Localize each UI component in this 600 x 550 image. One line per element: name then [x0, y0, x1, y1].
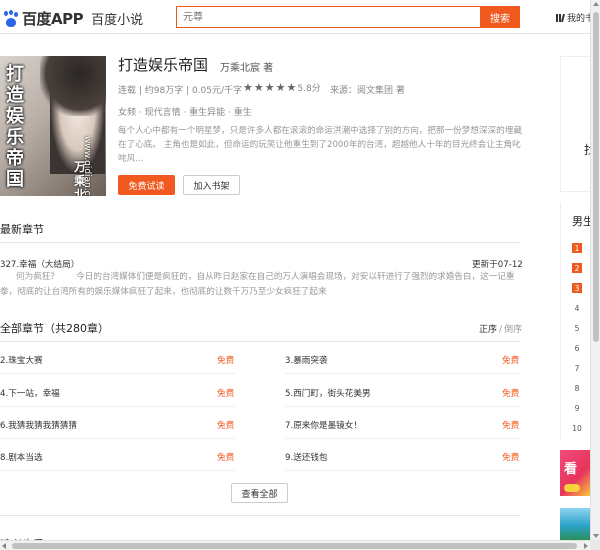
rating-score: 5.8分 — [297, 84, 321, 94]
latest-chapter-link[interactable]: 327.幸福（大结局） — [0, 258, 79, 270]
baidu-paw-icon — [3, 9, 19, 27]
free-badge: 免费 — [217, 421, 235, 431]
scroll-down-icon[interactable] — [593, 534, 599, 538]
logo-subtitle: 百度小说 — [91, 13, 144, 28]
latest-chapter-excerpt: 何为疯狂？ 今日的台湾媒体们便是疯狂的，自从昨日赵家在自己的万人演唱会现场，对安… — [0, 272, 515, 297]
vertical-scroll-thumb[interactable] — [593, 12, 599, 342]
star-icon: ★ — [286, 81, 297, 94]
free-badge: 免费 — [217, 453, 235, 463]
rank-number: 10 — [572, 423, 582, 433]
free-badge: 免费 — [217, 389, 235, 399]
my-shelf-link[interactable]: 我的书 — [556, 11, 594, 24]
rank-number: 8 — [574, 383, 580, 393]
rating: ★ ★ ★ ★ ★ 5.8分 — [243, 81, 321, 94]
chapter-link[interactable]: 5.西门町，街头花美男 — [285, 387, 371, 401]
search-bar: 搜索 — [176, 6, 520, 28]
chapter-link[interactable]: 2.珠宝大赛 — [0, 354, 43, 368]
book-cover[interactable]: 打 造 娱 乐 帝 国 万 乘 北 宸 www.qidian.com — [0, 56, 106, 196]
search-button[interactable]: 搜索 — [480, 6, 520, 28]
free-badge: 免费 — [502, 421, 520, 431]
rank-number: 2 — [572, 263, 582, 273]
viewport: 百度APP 百度小说 搜索 我的书 打 造 娱 乐 帝 国 万 乘 北 — [0, 0, 600, 550]
logo[interactable]: 百度APP 百度小说 — [3, 8, 143, 29]
scroll-right-icon[interactable] — [584, 543, 588, 549]
chapter-link[interactable]: 3.暴雨突袭 — [285, 354, 328, 368]
add-to-shelf-button[interactable]: 加入书架 — [183, 175, 240, 195]
free-badge: 免费 — [502, 356, 520, 366]
all-chapters-title: 全部章节（共280章） — [0, 322, 109, 335]
sidebar-ad-image[interactable] — [560, 508, 590, 540]
logo-text: 百度APP — [22, 10, 84, 28]
rank-number: 7 — [574, 363, 580, 373]
scroll-up-icon[interactable] — [593, 2, 599, 6]
divider — [0, 242, 520, 243]
rank-number: 6 — [574, 343, 580, 353]
book-meta: 连载 | 约98万字 | 0.05元/千字 — [118, 86, 243, 96]
rank-number: 3 — [572, 283, 582, 293]
search-input[interactable] — [176, 6, 480, 28]
horizontal-scrollbar[interactable] — [0, 540, 590, 550]
star-icon: ★ — [253, 81, 264, 94]
book-tags: 女频 · 现代言情 · 重生异能 · 重生 — [118, 108, 252, 118]
rank-number: 9 — [574, 403, 580, 413]
book-title: 打造娱乐帝国 — [118, 56, 209, 74]
free-read-button[interactable]: 免费试读 — [118, 175, 175, 195]
vertical-scrollbar[interactable] — [590, 0, 600, 540]
scroll-left-icon[interactable] — [2, 543, 6, 549]
star-icon: ★ — [243, 81, 253, 94]
book-intro: 每个人心中都有一个明星梦，只是许多人都在滚滚的命运洪潮中选择了别的方向，把那一份… — [118, 126, 522, 164]
horizontal-scroll-thumb[interactable] — [12, 543, 577, 549]
cover-title: 打 造 娱 乐 帝 国 — [6, 64, 24, 190]
free-badge: 免费 — [217, 356, 235, 366]
divider — [0, 515, 520, 516]
free-badge: 免费 — [502, 453, 520, 463]
sort-desc-button[interactable]: 倒序 — [504, 325, 522, 335]
latest-update-time: 更新于07-12 — [472, 260, 523, 270]
cover-site: www.qidian.com — [82, 136, 92, 196]
top-bar: 百度APP 百度小说 搜索 我的书 — [0, 0, 594, 34]
chapter-link[interactable]: 9.送还钱包 — [285, 451, 328, 465]
rank-number: 4 — [574, 303, 580, 313]
sidebar-top-card — [560, 56, 590, 192]
star-icon: ★ — [275, 81, 286, 94]
star-icon: ★ — [264, 81, 275, 94]
chapter-link[interactable]: 8.剧本当选 — [0, 451, 43, 465]
sidebar-ad-banner[interactable]: 看 — [560, 450, 590, 496]
rank-number: 1 — [572, 243, 582, 253]
view-all-chapters-button[interactable]: 查看全部 — [231, 483, 288, 503]
sort-asc-button[interactable]: 正序 — [479, 325, 497, 335]
chapter-link[interactable]: 7.原来你是墨镜女！ — [285, 419, 362, 433]
book-author[interactable]: 万乘北宸 著 — [220, 59, 273, 74]
latest-chapter-title: 最新章节 — [0, 223, 44, 236]
chapter-link[interactable]: 4.下一站，幸福 — [0, 387, 60, 401]
sort-toggle: 正序 / 倒序 — [479, 325, 523, 335]
free-badge: 免费 — [502, 389, 520, 399]
rank-number: 5 — [574, 323, 580, 333]
bookshelf-icon — [556, 13, 566, 22]
divider — [0, 341, 520, 342]
chapter-link[interactable]: 6.我猜我猜我猜猜猜 — [0, 419, 77, 433]
book-source: 来源：阅文集团 著 — [330, 86, 405, 96]
